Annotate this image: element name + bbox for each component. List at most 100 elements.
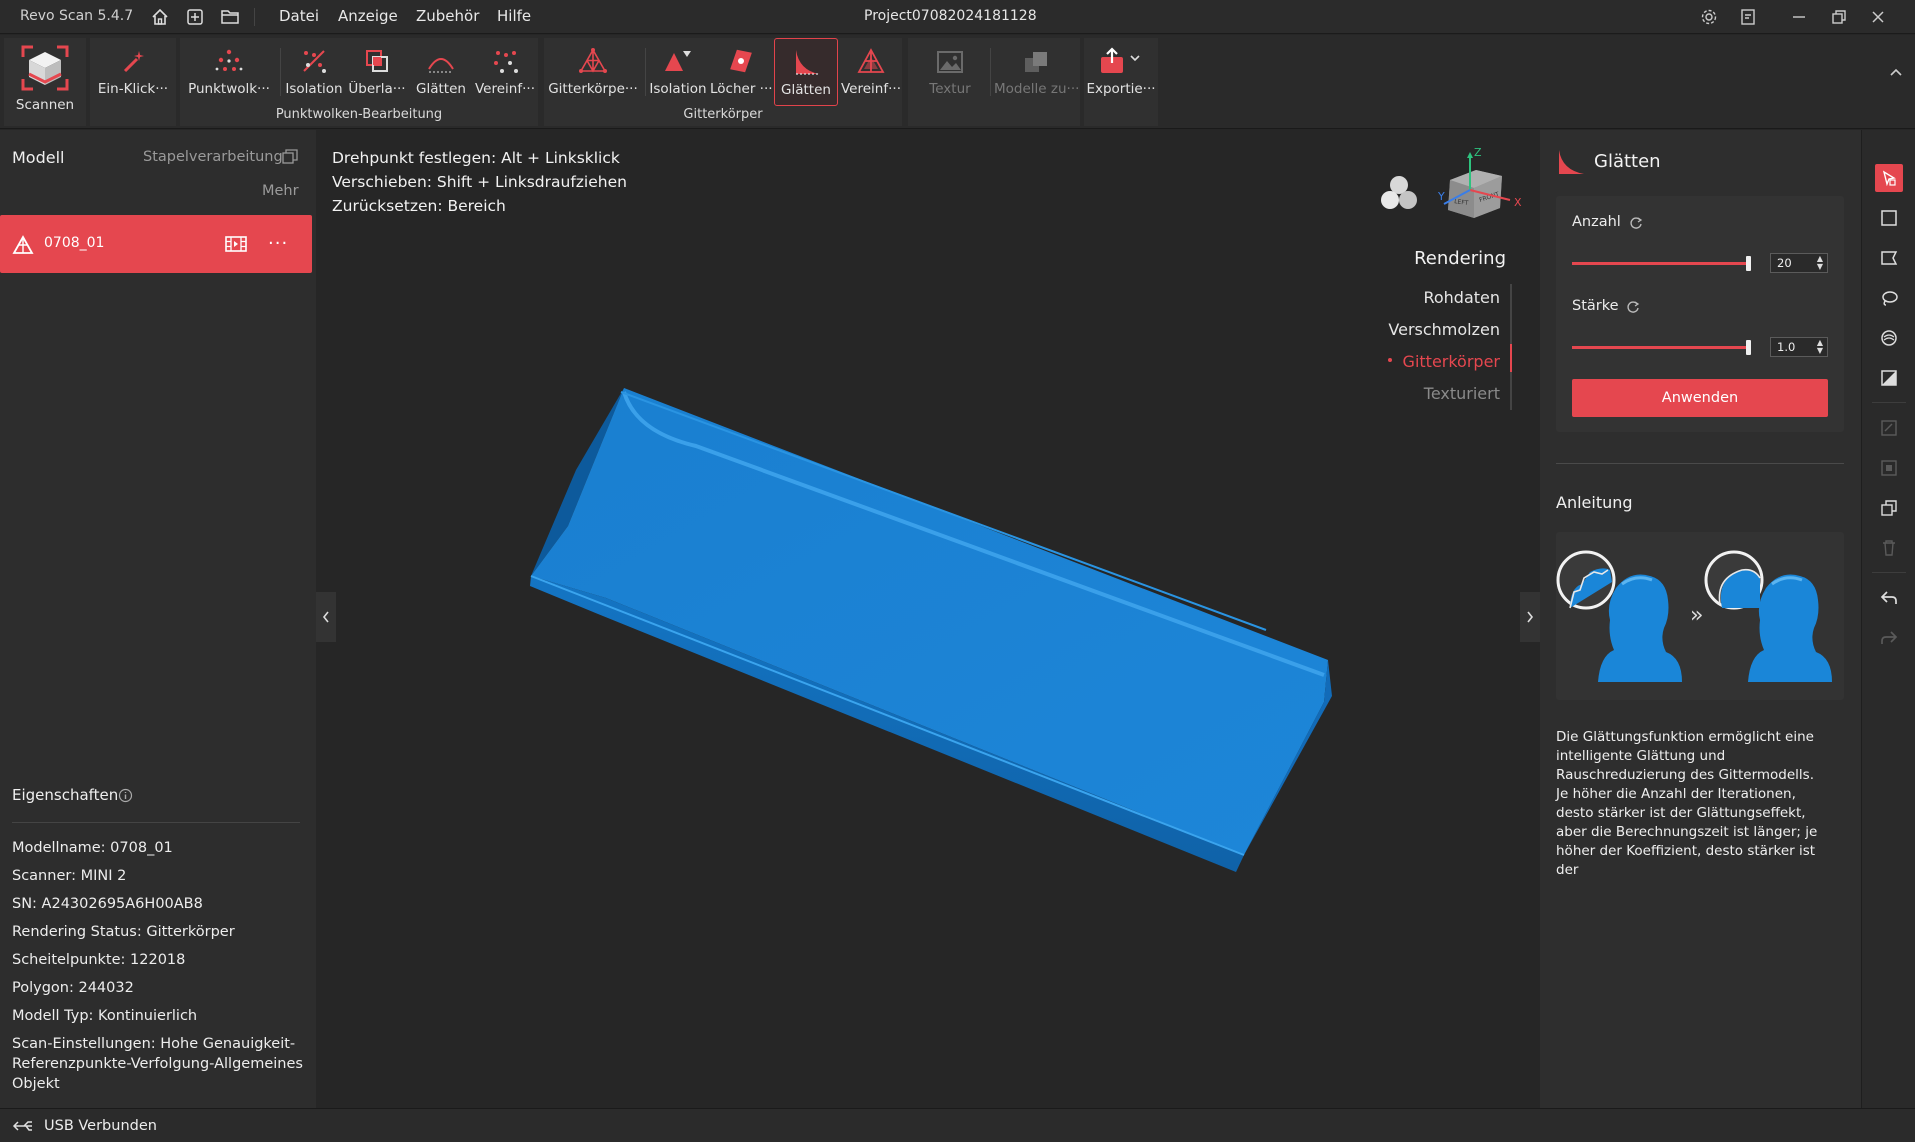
delete-icon[interactable] <box>1875 534 1903 562</box>
mesh-smooth-label: Glätten <box>781 82 831 98</box>
pc-simplify-label: Vereinf··· <box>475 81 535 97</box>
open-folder-icon[interactable] <box>218 5 242 29</box>
properties-heading: Eigenschaften <box>12 786 119 804</box>
new-project-icon[interactable] <box>183 5 207 29</box>
scan-label: Scannen <box>15 97 75 113</box>
select-cursor-icon[interactable] <box>1875 164 1903 192</box>
close-icon[interactable] <box>1866 5 1890 29</box>
mesh-holes-button[interactable]: Löcher ··· <box>710 43 772 101</box>
polygon-select-icon[interactable] <box>1875 244 1903 272</box>
pc-smooth-button[interactable]: Glätten <box>410 43 472 101</box>
mesh-smooth-button[interactable]: Glätten <box>774 38 838 106</box>
merge-models-icon <box>994 43 1078 75</box>
menu-hilfe[interactable]: Hilfe <box>497 7 531 25</box>
mesh-isolation-button[interactable]: Isolation <box>648 43 708 101</box>
svg-text:»: » <box>1690 603 1703 628</box>
menu-anzeige[interactable]: Anzeige <box>338 7 398 25</box>
toolbar: Scannen Ein-Klick··· Punktwolk··· Isolat… <box>0 35 1915 129</box>
count-label: Anzahl <box>1572 214 1621 230</box>
settings-gear-icon[interactable] <box>1697 5 1721 29</box>
pc-isolation-label: Isolation <box>285 81 343 97</box>
connection-status: USB Verbunden <box>44 1118 157 1134</box>
oneclick-label: Ein-Klick··· <box>97 81 169 97</box>
oneclick-button[interactable]: Ein-Klick··· <box>94 43 172 101</box>
smooth-panel-title: Glätten <box>1594 151 1661 172</box>
apply-button[interactable]: Anwenden <box>1572 379 1828 417</box>
export-icon <box>1086 43 1156 75</box>
scan-button[interactable]: Scannen <box>10 43 80 113</box>
strength-input[interactable]: 1.0 ▲ ▼ <box>1770 337 1828 357</box>
menu-zubehoer[interactable]: Zubehör <box>416 7 479 25</box>
guide-illustration: » <box>1556 532 1844 700</box>
project-title: Project07082024181128 <box>864 8 1037 24</box>
bust-after-image <box>1704 550 1832 682</box>
count-slider-knob[interactable] <box>1746 256 1751 271</box>
mesh-isolation-icon <box>648 43 708 75</box>
batch-processing-button[interactable]: Stapelverarbeitung <box>143 149 283 165</box>
pc-isolation-button[interactable]: Isolation <box>284 43 344 101</box>
mesh-create-button[interactable]: Gitterkörpe··· <box>548 43 638 101</box>
reset-strength-icon[interactable] <box>1626 300 1640 318</box>
texture-label: Textur <box>929 81 971 97</box>
scanned-model[interactable] <box>316 130 1540 1108</box>
info-icon[interactable] <box>118 788 133 807</box>
minimize-icon[interactable] <box>1787 5 1811 29</box>
prop-scanner: Scanner: MINI 2 <box>12 868 127 884</box>
gradient-select-icon[interactable] <box>1875 364 1903 392</box>
prop-serial: SN: A24302695A6H00AB8 <box>12 896 203 912</box>
brush-select-icon[interactable] <box>1875 324 1903 352</box>
model-mesh-icon <box>12 235 34 259</box>
rectangle-select-icon[interactable] <box>1875 204 1903 232</box>
smooth-panel-icon <box>1556 148 1586 180</box>
invert-selection-icon[interactable] <box>1875 414 1903 442</box>
restore-icon[interactable] <box>1827 5 1851 29</box>
deselect-icon[interactable] <box>1875 454 1903 482</box>
undo-icon[interactable] <box>1875 584 1903 612</box>
strength-label: Stärke <box>1572 298 1619 314</box>
texture-image-icon <box>916 43 984 75</box>
selection-tool-strip <box>1861 130 1915 1108</box>
more-button[interactable]: Mehr <box>262 183 299 199</box>
feedback-icon[interactable] <box>1736 5 1760 29</box>
smooth-wave-icon <box>410 43 472 75</box>
collapse-toolbar-icon[interactable] <box>1889 63 1903 81</box>
pc-simplify-button[interactable]: Vereinf··· <box>474 43 536 101</box>
more-options-icon[interactable]: ··· <box>268 233 288 254</box>
model-name: 0708_01 <box>44 235 105 251</box>
strength-slider-knob[interactable] <box>1746 340 1751 355</box>
mesh-simplify-button[interactable]: Vereinf··· <box>840 43 902 101</box>
pc-overlap-button[interactable]: Überla··· <box>346 43 408 101</box>
copy-selection-icon[interactable] <box>1875 494 1903 522</box>
prop-model-type: Modell Typ: Kontinuierlich <box>12 1008 198 1024</box>
texture-button[interactable]: Textur <box>916 43 984 101</box>
redo-icon[interactable] <box>1875 624 1903 652</box>
count-input[interactable]: 20 ▲ ▼ <box>1770 253 1828 273</box>
prop-vertices: Scheitelpunkte: 122018 <box>12 952 186 968</box>
count-slider[interactable] <box>1572 262 1748 265</box>
pc-process-label: Punktwolk··· <box>188 81 270 97</box>
prop-rendering-status: Rendering Status: Gitterkörper <box>12 924 235 940</box>
pc-overlap-label: Überla··· <box>348 81 406 97</box>
export-button[interactable]: Exportie··· <box>1086 43 1156 101</box>
menu-datei[interactable]: Datei <box>279 7 319 25</box>
strength-slider[interactable] <box>1572 346 1748 349</box>
prop-scan-settings: Scan-Einstellungen: Hohe Genauigkeit-Ref… <box>12 1036 303 1092</box>
model-panel-title: Modell <box>12 148 65 167</box>
lasso-select-icon[interactable] <box>1875 284 1903 312</box>
film-icon[interactable] <box>224 234 248 258</box>
app-name: Revo Scan 5.4.7 <box>20 8 134 24</box>
smooth-triangle-icon <box>775 44 837 76</box>
home-icon[interactable] <box>148 5 172 29</box>
scan-icon <box>10 43 80 93</box>
merge-models-button[interactable]: Modelle zu··· <box>994 43 1078 101</box>
model-panel: Modell Stapelverarbeitung Mehr 0708_01 ·… <box>0 130 316 1108</box>
batch-icon[interactable] <box>282 149 298 169</box>
pc-process-button[interactable]: Punktwolk··· <box>186 43 272 101</box>
simplify-mesh-icon <box>840 43 902 75</box>
guide-text: Die Glättungsfunktion ermöglicht eine in… <box>1556 729 1818 878</box>
3d-viewport[interactable]: Drehpunkt festlegen: Alt + Linksklick Ve… <box>316 130 1540 1108</box>
pc-smooth-label: Glätten <box>416 81 466 97</box>
overlap-icon <box>346 43 408 75</box>
reset-count-icon[interactable] <box>1629 216 1643 234</box>
model-list-item[interactable]: 0708_01 ··· <box>0 215 312 273</box>
